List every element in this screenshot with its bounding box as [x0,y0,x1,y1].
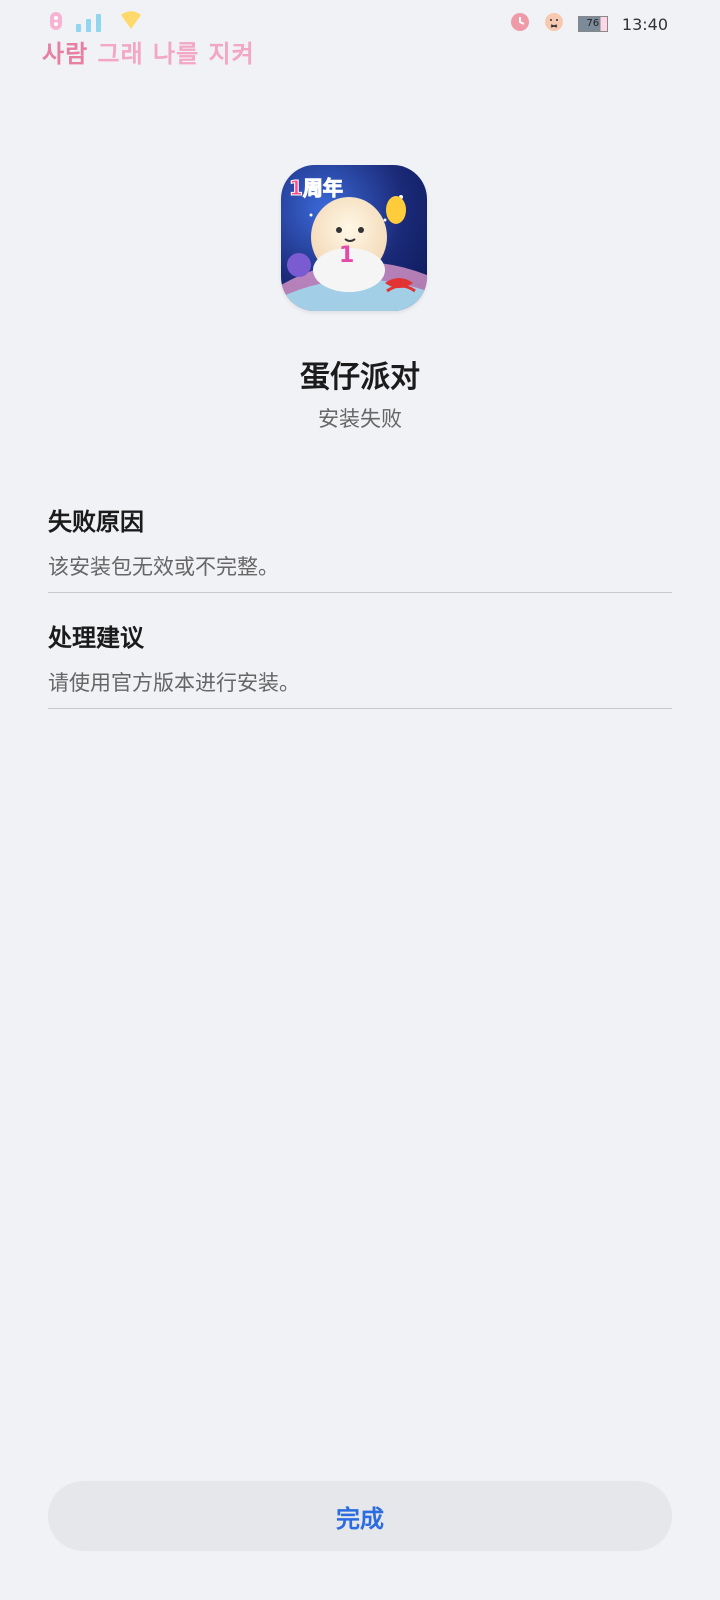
lyric-first-word: 사람 [42,40,89,68]
notification-icon [48,10,64,36]
status-time: 13:40 [621,14,668,34]
section-desc: 该安装包无效或不完整。 [48,555,279,579]
status-right: 76 13:40 [510,12,668,36]
divider [48,708,672,709]
install-status: 安装失败 [318,407,402,431]
mute-face-icon [544,12,564,36]
alarm-icon [510,12,530,36]
app-icon: 1 1周年 [281,165,427,311]
section-title: 失败原因 [48,508,144,536]
signal-icon [74,10,108,36]
app-icon-badge: 1周年 [289,176,343,200]
status-bar: 사람 그래 나를 지켜 76 13:40 [0,0,720,70]
divider [48,592,672,593]
wifi-icon [118,10,144,36]
section-title: 处理建议 [48,624,144,652]
app-icon-number: 1 [339,243,354,268]
done-button[interactable]: 完成 [48,1481,672,1551]
section-desc: 请使用官方版本进行安装。 [48,671,300,695]
lyric-text: 사람 그래 나를 지켜 [42,34,255,69]
app-name: 蛋仔派对 [300,360,420,395]
status-left [48,10,144,36]
battery-indicator: 76 [577,16,608,32]
failure-reason-section: 失败原因 该安装包无效或不完整。 [48,502,672,581]
suggestion-section: 处理建议 请使用官方版本进行安装。 [48,618,672,697]
lyric-rest: 그래 나를 지켜 [97,40,255,68]
